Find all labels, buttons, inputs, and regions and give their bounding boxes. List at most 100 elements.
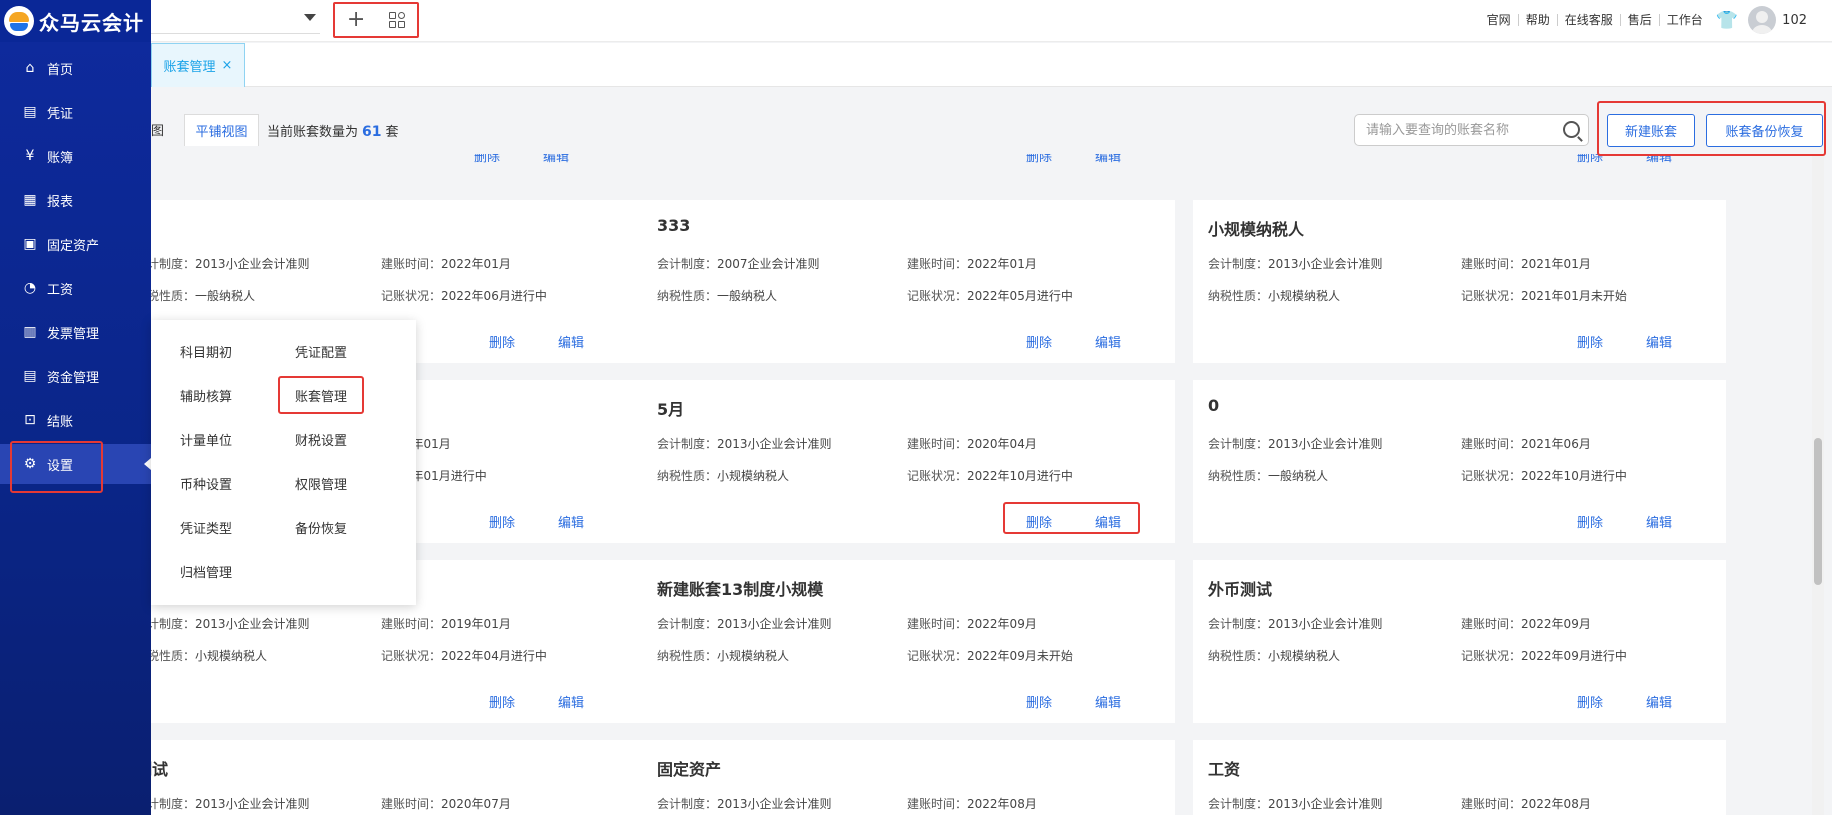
delete-link[interactable]: 删除 (489, 692, 515, 711)
card-title: 新建账套13制度小规模 (657, 580, 824, 599)
created-label: 建账时间： (1461, 257, 1522, 271)
tax-label: 纳税性质： (1208, 649, 1269, 663)
created-label: 建账时间： (381, 797, 442, 811)
sidebar-item-report[interactable]: ▦ 报表 (0, 180, 151, 220)
plus-icon[interactable]: + (347, 9, 365, 31)
menu-item-archive[interactable]: 归档管理 (180, 562, 232, 581)
menu-item-currency[interactable]: 币种设置 (180, 474, 232, 493)
tabs-bar: 账套管理 × (151, 43, 1832, 87)
account-set-card[interactable]: 件测试 会计制度：2013小企业会计准则 建账时间：2020年07月 (151, 740, 653, 815)
view-toggle-list[interactable]: 图 (151, 114, 170, 144)
system-value: 2013小企业会计准则 (1268, 797, 1383, 811)
created-label: 建账时间： (1461, 797, 1522, 811)
system-label: 会计制度： (657, 257, 718, 271)
delete-link[interactable]: 删除 (1026, 154, 1052, 165)
menu-item-voucher-config[interactable]: 凭证配置 (295, 342, 347, 361)
link-online-service[interactable]: 在线客服 (1558, 14, 1621, 26)
avatar[interactable] (1748, 6, 1777, 34)
link-workbench[interactable]: 工作台 (1660, 14, 1710, 26)
card-title: 件测试 (151, 760, 169, 779)
menu-item-voucher-type[interactable]: 凭证类型 (180, 518, 232, 537)
count-prefix: 当前账套数量为 (267, 125, 359, 140)
menu-item-units[interactable]: 计量单位 (180, 430, 232, 449)
system-label: 会计制度： (151, 617, 196, 631)
tax-value: 一般纳税人 (1268, 469, 1329, 483)
edit-link[interactable]: 编辑 (558, 692, 584, 711)
status-label: 记账状况： (1461, 289, 1522, 303)
delete-link[interactable]: 删除 (1026, 332, 1052, 351)
account-set-card[interactable]: 333 会计制度：2007企业会计准则 建账时间：2022年01月 纳税性质：一… (642, 200, 1175, 363)
tax-value: 小规模纳税人 (195, 649, 268, 663)
sidebar-item-label: 资金管理 (47, 370, 100, 386)
edit-link[interactable]: 编辑 (558, 332, 584, 351)
tax-label: 纳税性质： (151, 649, 196, 663)
edit-link[interactable]: 编辑 (1095, 692, 1121, 711)
menu-item-permissions[interactable]: 权限管理 (295, 474, 347, 493)
sidebar-item-voucher[interactable]: ▤ 凭证 (0, 92, 151, 132)
link-official-site[interactable]: 官网 (1480, 14, 1519, 26)
system-value: 2013小企业会计准则 (195, 257, 310, 271)
sidebar-item-label: 首页 (47, 62, 74, 78)
system-value: 2013小企业会计准则 (1268, 257, 1383, 271)
tab-account-set-management[interactable]: 账套管理 × (151, 43, 245, 87)
apps-grid-icon[interactable] (389, 12, 406, 28)
edit-link[interactable]: 编辑 (1646, 332, 1672, 351)
sidebar-item-label: 发票管理 (47, 326, 100, 342)
edit-link[interactable]: 编辑 (543, 154, 569, 165)
edit-link[interactable]: 编辑 (1646, 692, 1672, 711)
scrollbar-thumb[interactable] (1814, 438, 1822, 585)
sidebar-item-closing[interactable]: ⊡ 结账 (0, 400, 151, 440)
system-value: 2013小企业会计准则 (1268, 437, 1383, 451)
account-set-card[interactable]: 工资 会计制度：2013小企业会计准则 建账时间：2022年08月 (1193, 740, 1726, 815)
sidebar-item-fund[interactable]: ▤ 资金管理 (0, 356, 151, 396)
ledger-icon: ¥ (25, 148, 35, 164)
menu-item-backup-restore[interactable]: 备份恢复 (295, 518, 347, 537)
system-label: 会计制度： (151, 257, 196, 271)
sidebar-item-home[interactable]: ⌂ 首页 (0, 48, 151, 88)
account-set-card[interactable]: 固定资产 会计制度：2013小企业会计准则 建账时间：2022年08月 (642, 740, 1175, 815)
edit-link[interactable]: 编辑 (1095, 332, 1121, 351)
delete-link[interactable]: 删除 (1026, 692, 1052, 711)
edit-link[interactable]: 编辑 (1095, 154, 1121, 165)
menu-item-tax-settings[interactable]: 财税设置 (295, 430, 347, 449)
sidebar-item-invoice[interactable]: ▥ 发票管理 (0, 312, 151, 352)
status-value: 2022年09月未开始 (967, 649, 1073, 663)
menu-item-auxiliary-accounting[interactable]: 辅助核算 (180, 386, 232, 405)
close-icon[interactable]: × (222, 58, 233, 73)
shirt-icon[interactable]: 👕 (1716, 10, 1738, 31)
edit-link[interactable]: 编辑 (558, 512, 584, 531)
edit-link[interactable]: 编辑 (1646, 512, 1672, 531)
user-name[interactable]: 102 (1782, 13, 1807, 28)
delete-link[interactable]: 删除 (489, 332, 515, 351)
sidebar-item-ledger[interactable]: ¥ 账簿 (0, 136, 151, 176)
created-label: 建账时间： (907, 437, 968, 451)
sidebar-item-salary[interactable]: ◔ 工资 (0, 268, 151, 308)
brand[interactable]: 众马云会计 (0, 0, 151, 42)
sidebar-item-label: 账簿 (47, 150, 74, 166)
link-after-sales[interactable]: 售后 (1621, 14, 1660, 26)
link-help[interactable]: 帮助 (1519, 14, 1558, 26)
count-suffix: 套 (385, 125, 399, 140)
system-label: 会计制度： (151, 797, 196, 811)
search-input[interactable] (1355, 115, 1555, 145)
card-title: 固定资产 (657, 760, 722, 779)
search-icon[interactable] (1563, 121, 1580, 138)
created-value: 2022年09月 (1521, 617, 1591, 631)
chevron-down-icon[interactable] (304, 14, 316, 21)
delete-link[interactable]: 删除 (1577, 692, 1603, 711)
sidebar-item-fixed-assets[interactable]: ▣ 固定资产 (0, 224, 151, 264)
account-set-card[interactable]: 小规模纳税人 会计制度：2013小企业会计准则 建账时间：2021年01月 纳税… (1193, 200, 1726, 363)
account-set-card[interactable]: 外币测试 会计制度：2013小企业会计准则 建账时间：2022年09月 纳税性质… (1193, 560, 1726, 723)
account-set-card[interactable]: 新建账套13制度小规模 会计制度：2013小企业会计准则 建账时间：2022年0… (642, 560, 1175, 723)
account-set-select[interactable] (150, 6, 320, 34)
delete-link[interactable]: 删除 (1577, 512, 1603, 531)
created-value: 2022年01月 (967, 257, 1037, 271)
delete-link[interactable]: 删除 (1577, 332, 1603, 351)
fund-icon: ▤ (23, 368, 37, 384)
account-set-card[interactable]: 0 会计制度：2013小企业会计准则 建账时间：2021年06月 纳税性质：一般… (1193, 380, 1726, 543)
delete-link[interactable]: 删除 (474, 154, 500, 165)
menu-item-opening-balance[interactable]: 科目期初 (180, 342, 232, 361)
view-toggle-tile[interactable]: 平铺视图 (184, 114, 259, 146)
delete-link[interactable]: 删除 (489, 512, 515, 531)
status-value: 2022年10月进行中 (1521, 469, 1627, 483)
